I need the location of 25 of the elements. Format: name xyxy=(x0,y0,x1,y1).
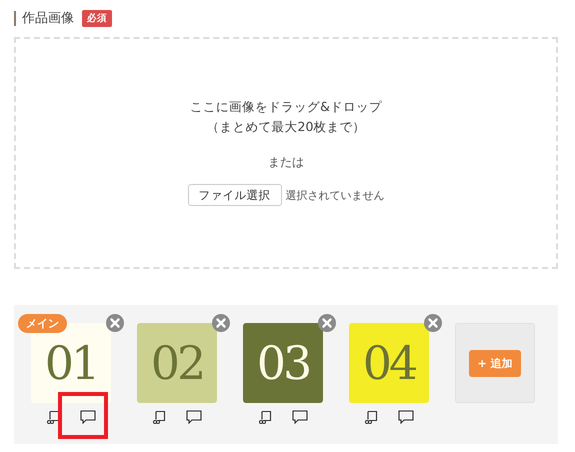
image-thumbnail[interactable]: 04 xyxy=(349,323,429,403)
file-status: 選択されていません xyxy=(286,188,384,202)
crop-icon[interactable] xyxy=(152,410,166,424)
close-icon[interactable] xyxy=(212,314,230,332)
crop-icon[interactable] xyxy=(258,410,272,424)
section-title: 作品画像 xyxy=(14,10,74,26)
close-icon[interactable] xyxy=(318,314,336,332)
main-badge: メイン xyxy=(18,314,67,333)
drop-limit-note: （まとめて最大20枚まで） xyxy=(206,118,366,136)
crop-icon[interactable] xyxy=(364,410,378,424)
or-label: または xyxy=(268,154,304,171)
drop-zone[interactable]: ここに画像をドラッグ&ドロップ （まとめて最大20枚まで） または ファイル選択 選択されていません xyxy=(14,37,558,269)
crop-icon[interactable] xyxy=(46,410,60,424)
close-icon[interactable] xyxy=(106,314,124,332)
image-thumbnail[interactable]: 03 xyxy=(243,323,323,403)
comment-icon[interactable] xyxy=(292,410,308,424)
comment-icon[interactable] xyxy=(80,410,96,424)
comment-icon[interactable] xyxy=(186,410,202,424)
close-icon[interactable] xyxy=(424,314,442,332)
drop-instruction: ここに画像をドラッグ&ドロップ xyxy=(190,98,382,116)
file-select-button[interactable]: ファイル選択 xyxy=(188,184,282,206)
add-button[interactable]: + 追加 xyxy=(469,350,521,376)
required-badge: 必須 xyxy=(82,10,112,26)
image-thumbnail[interactable]: 02 xyxy=(137,323,217,403)
comment-icon[interactable] xyxy=(398,410,414,424)
